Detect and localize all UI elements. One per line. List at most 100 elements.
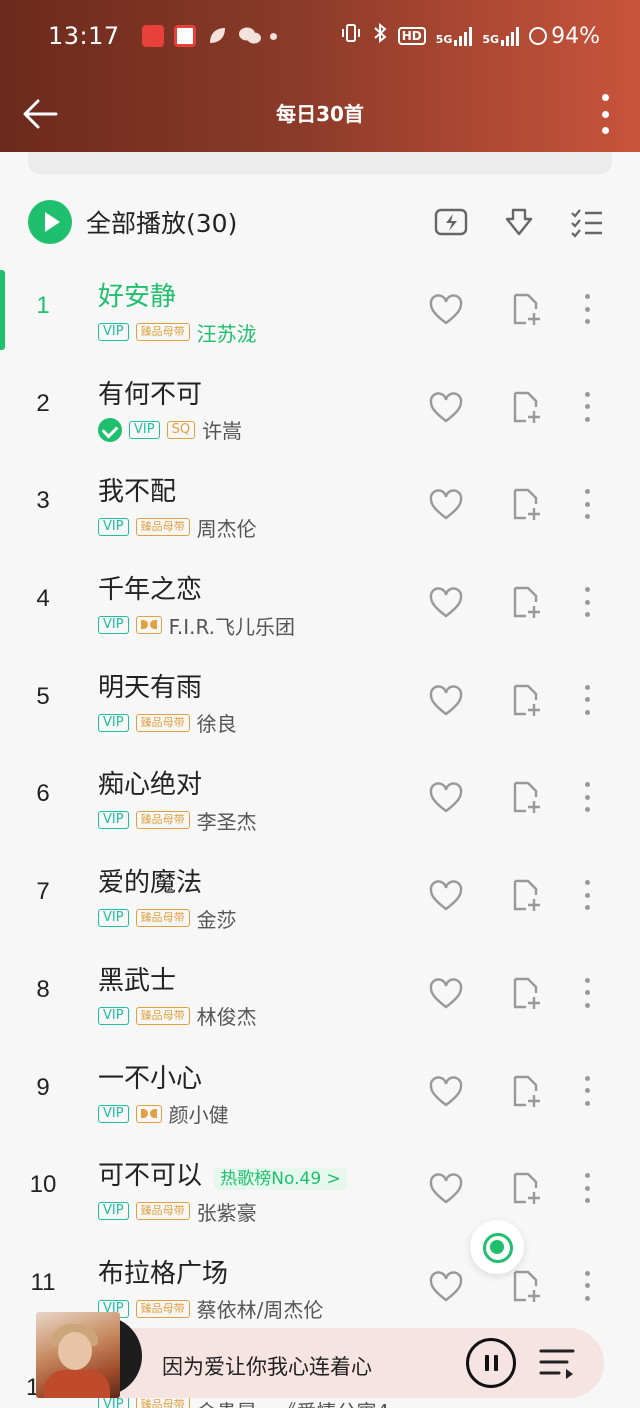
heart-icon[interactable]: [428, 391, 464, 424]
vip-tag: VIP: [98, 811, 129, 830]
leaf-icon: [206, 25, 228, 47]
album-cover: [36, 1312, 120, 1398]
page-title: 每日30首: [276, 101, 364, 126]
song-more-icon[interactable]: [585, 1270, 591, 1301]
vip-tag: VIP: [98, 616, 129, 635]
dolby-icon: [135, 616, 162, 635]
pause-button[interactable]: [466, 1338, 516, 1388]
heart-icon[interactable]: [428, 294, 464, 326]
song-row[interactable]: 4 千年之恋 VIP F.I.R.飞儿乐团: [0, 553, 640, 651]
more-options-icon[interactable]: [600, 94, 610, 134]
song-meta: VIP 臻品母带 周杰伦: [98, 515, 257, 541]
add-to-playlist-icon[interactable]: [510, 1171, 542, 1205]
hot-chart-badge[interactable]: 热歌榜No.49 >: [214, 1168, 347, 1191]
song-title: 布拉格广场: [98, 1258, 229, 1289]
heart-icon[interactable]: [428, 782, 464, 814]
song-more-icon[interactable]: [585, 587, 591, 618]
add-to-playlist-icon[interactable]: [510, 1074, 542, 1108]
vip-tag: VIP: [98, 323, 129, 341]
song-row[interactable]: 3 我不配 VIP 臻品母带 周杰伦: [0, 455, 640, 553]
song-meta: VIP 颜小健: [98, 1102, 229, 1127]
add-to-playlist-icon[interactable]: [510, 487, 542, 521]
song-row[interactable]: 2 有何不可 VIP SQ 许嵩: [0, 358, 640, 456]
song-artist: 许嵩: [202, 419, 243, 444]
song-row[interactable]: 1 好安静 VIP 臻品母带 汪苏泷: [0, 260, 640, 358]
song-title-text: 可不可以: [98, 1161, 203, 1192]
song-more-icon[interactable]: [585, 1173, 591, 1204]
flash-icon[interactable]: [433, 204, 469, 240]
heart-icon[interactable]: [428, 1271, 464, 1303]
signal-1-icon: 5G: [436, 26, 473, 46]
song-artist: 林俊杰: [196, 1005, 257, 1030]
song-artist: 张紫豪: [196, 1200, 257, 1225]
master-quality-tag: 臻品母带: [135, 1202, 190, 1221]
add-to-playlist-icon[interactable]: [510, 390, 542, 424]
song-row[interactable]: 6 痴心绝对 VIP 臻品母带 李圣杰: [0, 748, 640, 846]
add-to-playlist-icon[interactable]: [510, 683, 542, 717]
song-row[interactable]: 10 可不可以 热歌榜No.49 > VIP 臻品母带 张紫豪: [0, 1139, 640, 1237]
toutiao-icon: [141, 25, 164, 47]
song-more-icon[interactable]: [585, 1075, 591, 1106]
song-artist: F.I.R.飞儿乐团: [168, 614, 296, 639]
heart-icon[interactable]: [428, 1173, 464, 1205]
song-row[interactable]: 9 一不小心 VIP 颜小健: [0, 1042, 640, 1140]
multi-select-icon[interactable]: [569, 204, 605, 240]
song-meta: VIP 臻品母带 李圣杰: [98, 808, 257, 834]
add-to-playlist-icon[interactable]: [510, 976, 542, 1010]
add-to-playlist-icon[interactable]: [510, 585, 542, 619]
add-to-playlist-icon[interactable]: [510, 780, 542, 814]
add-to-playlist-icon[interactable]: [510, 292, 542, 326]
song-more-icon[interactable]: [585, 880, 591, 911]
song-more-icon[interactable]: [585, 684, 591, 715]
song-row[interactable]: 8 黑武士 VIP 臻品母带 林俊杰: [0, 944, 640, 1042]
play-all-button[interactable]: [28, 200, 72, 244]
vip-tag: VIP: [98, 518, 129, 537]
vibrate-icon: [340, 22, 362, 50]
playlist-queue-icon[interactable]: [538, 1346, 576, 1380]
heart-icon[interactable]: [428, 684, 464, 717]
song-list: 1 好安静 VIP 臻品母带 汪苏泷 2 有何不可 VIP SQ 许嵩 3 我不…: [0, 260, 640, 1335]
download-icon[interactable]: [501, 204, 537, 240]
song-more-icon[interactable]: [585, 782, 591, 813]
notification-icons: [141, 25, 277, 47]
hd-badge: HD: [397, 27, 426, 45]
add-to-playlist-icon[interactable]: [510, 878, 542, 912]
song-title: 可不可以 热歌榜No.49 >: [98, 1155, 347, 1192]
song-more-icon[interactable]: [585, 489, 591, 520]
master-quality-tag: 臻品母带: [135, 811, 190, 830]
heart-icon[interactable]: [428, 880, 464, 912]
locate-current-song-icon[interactable]: [470, 1220, 524, 1274]
heart-icon[interactable]: [428, 587, 464, 619]
battery-indicator: 94%: [529, 24, 600, 49]
song-title: 爱的魔法: [98, 868, 203, 899]
play-all-label[interactable]: 全部播放(30): [86, 204, 237, 240]
album-art[interactable]: [36, 1312, 142, 1398]
heart-icon[interactable]: [428, 978, 464, 1010]
master-quality-tag: 臻品母带: [135, 323, 190, 341]
song-more-icon[interactable]: [585, 977, 591, 1008]
song-row[interactable]: 5 明天有雨 VIP 臻品母带 徐良: [0, 651, 640, 749]
heart-icon[interactable]: [428, 489, 464, 521]
song-index: 5: [36, 682, 50, 710]
dolby-icon: [135, 1104, 162, 1123]
song-artist: 汪苏泷: [196, 321, 257, 346]
heart-icon[interactable]: [428, 1075, 464, 1108]
back-arrow-icon[interactable]: [20, 94, 60, 134]
song-row[interactable]: 7 爱的魔法 VIP 臻品母带 金莎: [0, 846, 640, 944]
song-meta: VIP 臻品母带 张紫豪: [98, 1199, 257, 1225]
song-meta: VIP 臻品母带 汪苏泷: [98, 320, 257, 346]
song-index: 11: [30, 1268, 56, 1296]
song-title: 明天有雨: [98, 672, 203, 703]
song-meta: VIP 臻品母带 林俊杰: [98, 1004, 257, 1030]
app-icon: [173, 25, 196, 47]
song-artist: 周杰伦: [196, 516, 257, 541]
status-time: 13:17: [48, 22, 120, 50]
song-more-icon[interactable]: [585, 391, 591, 422]
song-index: 2: [36, 389, 50, 417]
song-index: 4: [36, 585, 50, 613]
song-more-icon[interactable]: [585, 294, 591, 324]
now-playing-title[interactable]: 因为爱让你我心连着心: [162, 1351, 372, 1381]
add-to-playlist-icon[interactable]: [510, 1269, 542, 1303]
master-quality-tag: 臻品母带: [135, 713, 190, 732]
song-title: 我不配: [98, 477, 177, 508]
